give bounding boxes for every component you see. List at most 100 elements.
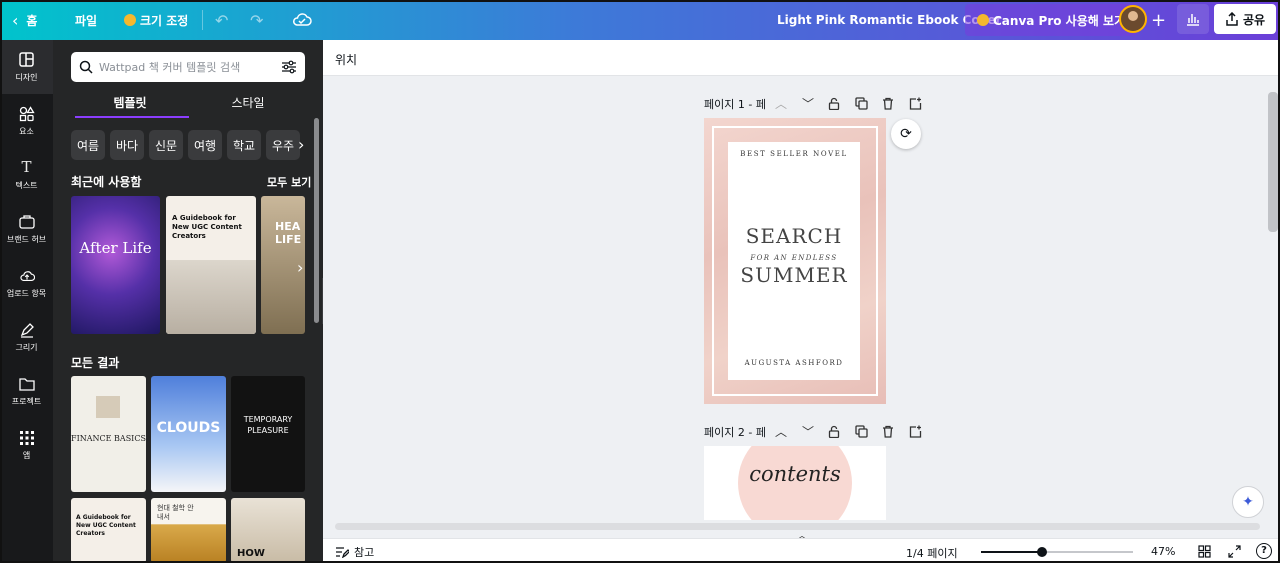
chip-school[interactable]: 학교 <box>227 130 261 160</box>
template-temporary[interactable]: TEMPORARY PLEASURE <box>231 376 305 492</box>
chevron-right-icon[interactable]: › <box>297 258 303 277</box>
chip-sea[interactable]: 바다 <box>110 130 144 160</box>
elements-icon <box>19 105 35 122</box>
add-page-icon[interactable] <box>908 425 922 439</box>
page-count[interactable]: 1/4 페이지 <box>906 545 958 561</box>
page-1-cover[interactable]: BEST SELLER NOVEL SEARCH FOR AN ENDLESS … <box>704 118 886 404</box>
help-icon[interactable]: ? <box>1256 543 1272 559</box>
rail-item-elements[interactable]: 요소 <box>0 94 53 148</box>
filter-icon[interactable] <box>281 60 297 74</box>
chevron-right-icon[interactable]: › <box>298 135 304 154</box>
file-menu[interactable]: 파일 <box>75 0 97 40</box>
template-guidebook-2[interactable]: A Guidebook for New UGC Content Creators <box>71 498 146 563</box>
cover-title-line1[interactable]: SEARCH <box>728 224 860 248</box>
add-page-icon[interactable] <box>908 97 922 111</box>
rail-item-uploads[interactable]: 업로드 항목 <box>0 256 53 310</box>
rail-item-apps[interactable]: 앱 <box>0 418 53 472</box>
rail-item-design[interactable]: 디자인 <box>0 40 53 94</box>
trash-icon[interactable] <box>881 425 895 439</box>
draw-icon <box>19 322 35 338</box>
tab-styles[interactable]: 스타일 <box>193 92 303 120</box>
panel-scrollbar[interactable] <box>314 118 319 323</box>
rail-item-brand-hub[interactable]: 브랜드 허브 <box>0 202 53 256</box>
text-icon: T <box>21 158 32 176</box>
chip-travel[interactable]: 여행 <box>188 130 222 160</box>
folder-icon <box>18 376 35 392</box>
notes-button[interactable]: 참고 <box>335 544 374 560</box>
redo-icon[interactable]: ↷ <box>250 0 263 40</box>
bar-chart-icon[interactable] <box>1177 4 1209 34</box>
fullscreen-icon[interactable] <box>1228 545 1241 561</box>
chevron-up-icon[interactable]: ︿ <box>774 425 788 439</box>
crown-icon <box>124 14 136 26</box>
share-button[interactable]: 공유 <box>1214 4 1276 34</box>
chip-newspaper[interactable]: 신문 <box>149 130 183 160</box>
see-all-link[interactable]: 모두 보기 <box>267 174 311 190</box>
chip-summer[interactable]: 여름 <box>71 130 105 160</box>
page-2-header: 페이지 2 - 페 <box>704 424 766 440</box>
design-panel: Wattpad 책 커버 템플릿 검색 템플릿 스타일 여름 바다 신문 여행 … <box>53 40 323 563</box>
magic-assistant-icon[interactable]: ✦ <box>1232 486 1264 518</box>
top-bar: ‹ 홈 파일 크기 조정 ↶ ↷ Light Pink Romantic Ebo… <box>0 0 1280 40</box>
undo-icon[interactable]: ↶ <box>215 0 228 40</box>
chevron-down-icon[interactable]: ﹀ <box>801 425 815 439</box>
chevron-down-icon[interactable]: ﹀ <box>801 97 815 111</box>
rail-item-projects[interactable]: 프로젝트 <box>0 364 53 418</box>
crown-icon <box>977 14 989 26</box>
share-upload-icon <box>1226 12 1238 26</box>
duplicate-icon[interactable] <box>854 97 868 111</box>
divider <box>202 10 203 30</box>
template-search[interactable]: Wattpad 책 커버 템플릿 검색 <box>71 52 305 82</box>
canvas-area: 페이지 1 - 페 ︿ ﹀ BEST SELLER NOVEL SEARCH F… <box>323 76 1267 520</box>
design-icon <box>19 52 35 68</box>
template-after-life[interactable]: After Life <box>71 196 160 334</box>
search-icon <box>79 60 93 74</box>
try-canva-pro-button[interactable]: Canva Pro 사용해 보기 <box>965 4 1138 36</box>
brand-icon <box>18 214 35 230</box>
grid-view-icon[interactable] <box>1198 545 1211 561</box>
lock-icon[interactable] <box>827 97 841 111</box>
template-finance[interactable]: FINANCE BASICS <box>71 376 146 492</box>
duplicate-icon[interactable] <box>854 425 868 439</box>
rail-item-draw[interactable]: 그리기 <box>0 310 53 364</box>
active-tab-indicator <box>75 116 189 118</box>
template-philosophy[interactable]: 현대 철학 안내서 <box>151 498 226 563</box>
page-2-contents[interactable]: contents <box>704 446 886 520</box>
page-1-header: 페이지 1 - 페 <box>704 96 766 112</box>
home-button[interactable]: ‹ 홈 <box>12 0 37 40</box>
cover-tagline[interactable]: BEST SELLER NOVEL <box>728 150 860 158</box>
recent-title: 최근에 사용함 <box>71 175 142 189</box>
resize-button[interactable]: 크기 조정 <box>124 0 188 40</box>
chevron-left-icon: ‹ <box>12 10 19 30</box>
template-guidebook[interactable]: A Guidebook for New UGC Content Creators <box>166 196 256 334</box>
avatar[interactable] <box>1119 5 1147 33</box>
search-input[interactable]: Wattpad 책 커버 템플릿 검색 <box>99 59 275 75</box>
cloud-saved-icon[interactable] <box>292 0 312 40</box>
contents-heading[interactable]: contents <box>704 462 886 486</box>
notes-icon <box>336 547 349 558</box>
zoom-level[interactable]: 47% <box>1151 545 1175 558</box>
position-button[interactable]: 위치 <box>335 51 357 68</box>
vertical-scroll-thumb[interactable] <box>1268 92 1278 232</box>
page-1-title[interactable]: 페이지 1 - 페 <box>704 96 766 112</box>
add-collaborator-button[interactable]: + <box>1151 0 1166 40</box>
chevron-up-icon[interactable]: ︿ <box>774 97 788 111</box>
cover-title-line2[interactable]: SUMMER <box>728 263 860 287</box>
trash-icon[interactable] <box>881 97 895 111</box>
apps-icon <box>19 430 35 446</box>
chip-space[interactable]: 우주 <box>266 130 300 160</box>
template-clouds[interactable]: CLOUDS <box>151 376 226 492</box>
cover-text-panel: BEST SELLER NOVEL SEARCH FOR AN ENDLESS … <box>728 142 860 380</box>
page-2-title[interactable]: 페이지 2 - 페 <box>704 424 766 440</box>
zoom-slider-fill <box>981 551 1041 553</box>
template-how[interactable]: HOW <box>231 498 305 563</box>
refresh-design-icon[interactable]: ⟳ <box>891 119 921 149</box>
zoom-slider-knob[interactable] <box>1037 547 1047 557</box>
all-results-title: 모든 결과 <box>71 356 120 370</box>
cover-subtitle[interactable]: FOR AN ENDLESS <box>728 254 860 262</box>
bottom-bar: 참고 1/4 페이지 47% ? <box>323 538 1280 563</box>
lock-icon[interactable] <box>827 425 841 439</box>
context-toolbar: 위치 <box>323 40 1280 76</box>
cover-author[interactable]: AUGUSTA ASHFORD <box>728 359 860 367</box>
rail-item-text[interactable]: T 텍스트 <box>0 148 53 202</box>
